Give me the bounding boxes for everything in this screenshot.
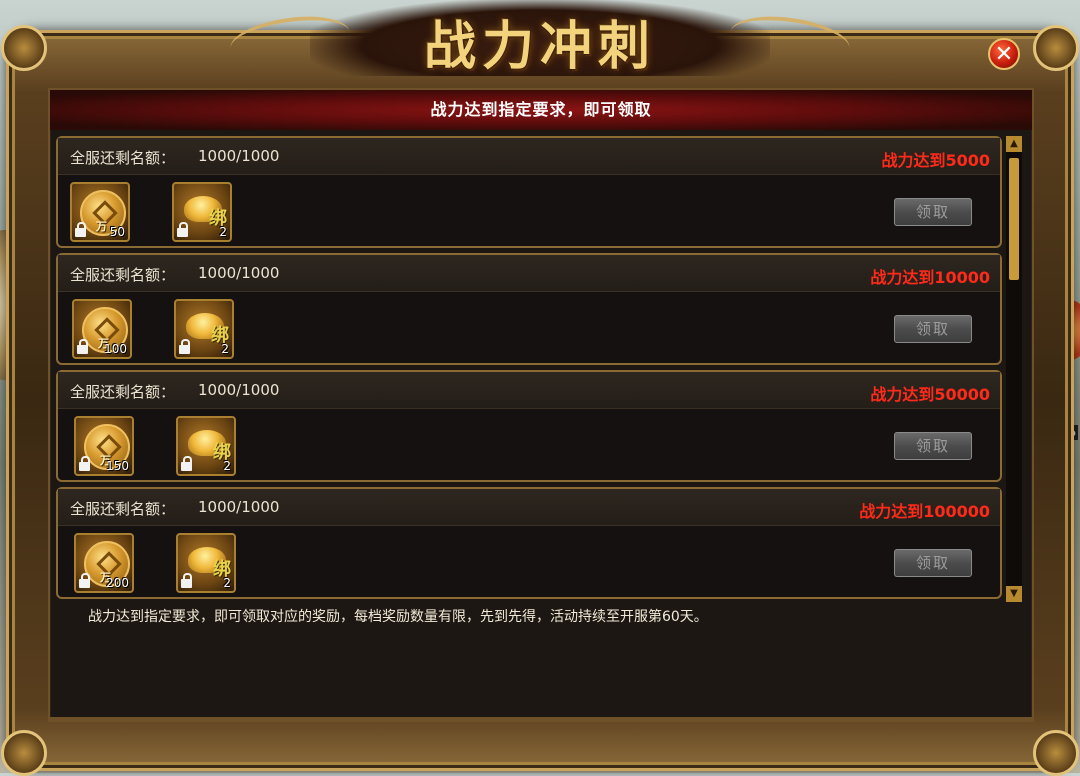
reward-count: 100 xyxy=(104,342,127,356)
reward-panel: 战力达到指定要求，即可领取 全服还剩名额： 1000/1000 战力达到5000… xyxy=(48,88,1034,722)
lock-icon xyxy=(75,222,86,237)
tier-header: 全服还剩名额： 1000/1000 战力达到100000 xyxy=(58,489,1000,526)
quota-label: 全服还剩名额： xyxy=(70,266,176,284)
reward-slot[interactable]: 绑 2 xyxy=(176,416,236,476)
lock-icon xyxy=(181,573,192,588)
lock-icon xyxy=(177,222,188,237)
scrollbar[interactable]: ▲ ▼ xyxy=(1006,136,1022,602)
quota-label: 全服还剩名额： xyxy=(70,149,176,167)
quota-value: 1000/1000 xyxy=(198,264,280,282)
tier-card: 全服还剩名额： 1000/1000 战力达到100000 万 200 绑 2 领… xyxy=(56,487,1002,599)
tier-header: 全服还剩名额： 1000/1000 战力达到10000 xyxy=(58,255,1000,292)
reward-count: 2 xyxy=(219,225,227,239)
quota-value: 1000/1000 xyxy=(198,498,280,516)
scroll-up-arrow-icon[interactable]: ▲ xyxy=(1006,136,1022,152)
reward-tag: 万 xyxy=(96,220,107,233)
lock-icon xyxy=(79,573,90,588)
quota-label: 全服还剩名额： xyxy=(70,500,176,518)
quota-label: 全服还剩名额： xyxy=(70,383,176,401)
reward-slot[interactable]: 万 100 xyxy=(72,299,132,359)
reward-count: 2 xyxy=(221,342,229,356)
reward-slot[interactable]: 绑 2 xyxy=(174,299,234,359)
reward-count: 150 xyxy=(106,459,129,473)
reward-slot[interactable]: 万 200 xyxy=(74,533,134,593)
power-requirement: 战力达到5000 xyxy=(881,151,990,170)
power-requirement: 战力达到50000 xyxy=(870,385,990,404)
frame-corner-ornament xyxy=(1033,730,1079,776)
lock-icon xyxy=(179,339,190,354)
scroll-down-arrow-icon[interactable]: ▼ xyxy=(1006,586,1022,602)
reward-count: 2 xyxy=(223,459,231,473)
lock-icon xyxy=(79,456,90,471)
tier-card: 全服还剩名额： 1000/1000 战力达到5000 万 50 绑 2 领取 xyxy=(56,136,1002,248)
quota-value: 1000/1000 xyxy=(198,381,280,399)
reward-count: 200 xyxy=(106,576,129,590)
claim-button[interactable]: 领取 xyxy=(894,432,972,460)
reward-count: 50 xyxy=(109,225,125,239)
dialog-title: 战力冲刺 xyxy=(423,16,656,77)
reward-slot[interactable]: 绑 2 xyxy=(176,533,236,593)
power-requirement: 战力达到100000 xyxy=(859,502,990,521)
frame-corner-ornament xyxy=(1,730,47,776)
claim-button[interactable]: 领取 xyxy=(894,315,972,343)
panel-divider xyxy=(50,717,1032,720)
tier-header: 全服还剩名额： 1000/1000 战力达到50000 xyxy=(58,372,1000,409)
close-icon: ✕ xyxy=(994,41,1014,67)
reward-count: 2 xyxy=(223,576,231,590)
panel-banner: 战力达到指定要求，即可领取 xyxy=(50,90,1032,130)
event-description: 战力达到指定要求，即可领取对应的奖励，每档奖励数量有限，先到先得，活动持续至开服… xyxy=(88,609,708,625)
close-button[interactable]: ✕ xyxy=(988,38,1020,70)
tier-header: 全服还剩名额： 1000/1000 战力达到5000 xyxy=(58,138,1000,175)
reward-slot[interactable]: 绑 2 xyxy=(172,182,232,242)
lock-icon xyxy=(181,456,192,471)
claim-button[interactable]: 领取 xyxy=(894,198,972,226)
scroll-thumb[interactable] xyxy=(1009,158,1019,280)
tier-card: 全服还剩名额： 1000/1000 战力达到50000 万 150 绑 2 领取 xyxy=(56,370,1002,482)
reward-slot[interactable]: 万 150 xyxy=(74,416,134,476)
tier-list[interactable]: 全服还剩名额： 1000/1000 战力达到5000 万 50 绑 2 领取 全… xyxy=(56,136,1002,602)
lock-icon xyxy=(77,339,88,354)
quota-value: 1000/1000 xyxy=(198,147,280,165)
power-requirement: 战力达到10000 xyxy=(870,268,990,287)
claim-button[interactable]: 领取 xyxy=(894,549,972,577)
reward-slot[interactable]: 万 50 xyxy=(70,182,130,242)
tier-card: 全服还剩名额： 1000/1000 战力达到10000 万 100 绑 2 领取 xyxy=(56,253,1002,365)
